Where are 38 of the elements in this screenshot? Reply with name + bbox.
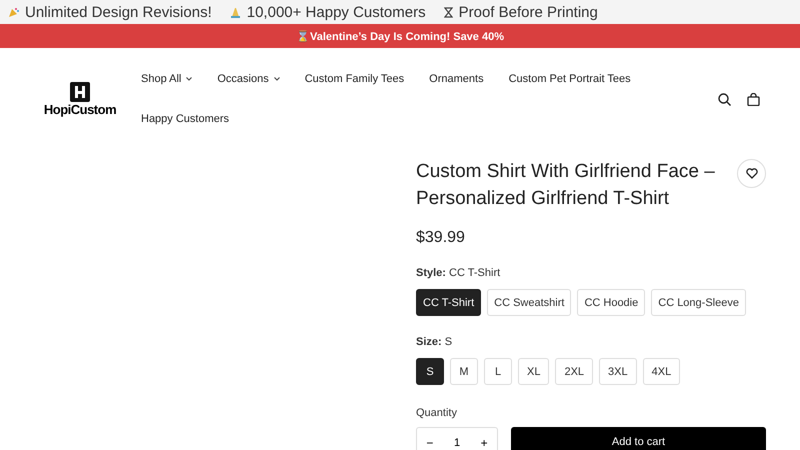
logo-text: HopiCustom: [44, 102, 116, 116]
heart-icon: [746, 168, 758, 179]
style-option[interactable]: CC T-Shirt: [416, 289, 482, 316]
shopping-bag-icon[interactable]: [747, 92, 760, 106]
hourglass-icon: [444, 6, 453, 18]
add-to-cart-button[interactable]: Add to cart: [511, 427, 766, 450]
style-option[interactable]: CC Sweatshirt: [487, 289, 572, 316]
nav-link[interactable]: Shop All: [141, 73, 192, 85]
size-option[interactable]: L: [484, 358, 512, 385]
style-option[interactable]: CC Hoodie: [577, 289, 646, 316]
nav-link[interactable]: Custom Family Tees: [304, 73, 404, 85]
benefit-text: Unlimited Design Revisions!: [25, 4, 212, 20]
increase-button[interactable]: +: [476, 436, 492, 450]
benefit-text: 10,000+ Happy Customers: [246, 4, 426, 20]
size-option[interactable]: XL: [518, 358, 550, 385]
logo-icon: [70, 82, 90, 102]
product-title: Custom Shirt With Girlfriend Face – Personalized Girlfriend T-Shirt: [416, 160, 716, 211]
nav-link[interactable]: Occasions: [217, 73, 280, 85]
quantity-label: Quantity: [416, 407, 458, 419]
party-popper-icon: [8, 6, 19, 18]
decrease-button[interactable]: −: [422, 436, 438, 450]
size-option[interactable]: 3XL: [599, 358, 637, 385]
size-option[interactable]: 4XL: [642, 358, 680, 385]
size-option[interactable]: 2XL: [555, 358, 594, 385]
size-option[interactable]: M: [450, 358, 478, 385]
nav-link[interactable]: Custom Pet Portrait Tees: [508, 73, 631, 85]
product-price: $39.99: [416, 229, 466, 247]
size-option[interactable]: S: [416, 358, 444, 385]
search-icon[interactable]: [718, 92, 731, 106]
wishlist-button[interactable]: [737, 159, 766, 188]
promo-text: ⌛Valentine’s Day Is Coming! Save 40%: [296, 30, 504, 42]
benefit-text: Proof Before Printing: [458, 4, 598, 20]
style-label: Style: CC T-Shirt: [416, 267, 502, 279]
size-label: Size: S: [416, 336, 454, 348]
nav-link[interactable]: Happy Customers: [141, 113, 230, 125]
quantity-stepper[interactable]: − 1 +: [416, 427, 498, 450]
style-option[interactable]: CC Long-Sleeve: [651, 289, 746, 316]
nav-link[interactable]: Ornaments: [429, 73, 484, 85]
